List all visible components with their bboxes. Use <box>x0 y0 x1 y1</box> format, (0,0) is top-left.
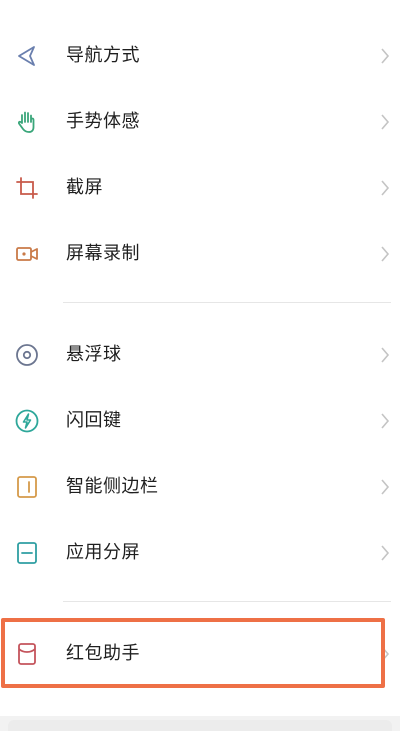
settings-item-label: 应用分屏 <box>66 542 140 563</box>
chevron-right-icon <box>380 543 390 563</box>
highlight-box <box>1 618 385 688</box>
split-screen-icon <box>14 540 40 566</box>
settings-item-screen-recording[interactable]: 屏幕录制 <box>0 220 400 286</box>
settings-item-floating-ball[interactable]: 悬浮球 <box>0 321 400 387</box>
settings-item-screenshot[interactable]: 截屏 <box>0 154 400 220</box>
settings-item-label: 截屏 <box>66 177 103 198</box>
bottom-card-edge <box>0 716 400 731</box>
settings-item-navigation-mode[interactable]: 导航方式 <box>0 22 400 88</box>
section-divider <box>63 302 391 303</box>
chevron-right-icon <box>380 244 390 264</box>
settings-item-label: 悬浮球 <box>66 344 122 365</box>
settings-item-label: 导航方式 <box>66 45 140 66</box>
floating-ball-icon <box>14 342 40 368</box>
hand-gesture-icon <box>14 109 40 135</box>
flashback-bolt-icon <box>14 408 40 434</box>
chevron-right-icon <box>380 112 390 132</box>
crop-icon <box>14 175 40 201</box>
settings-item-smart-sidebar[interactable]: 智能侧边栏 <box>0 453 400 519</box>
chevron-right-icon <box>380 477 390 497</box>
bottom-card <box>8 720 392 731</box>
chevron-right-icon <box>380 411 390 431</box>
settings-item-split-screen[interactable]: 应用分屏 <box>0 519 400 585</box>
section-divider <box>63 601 391 602</box>
settings-item-label: 手势体感 <box>66 111 140 132</box>
chevron-right-icon <box>380 178 390 198</box>
sidebar-icon <box>14 474 40 500</box>
settings-list: 导航方式 手势体感 截屏 屏幕录制 悬浮球 闪回键 智能侧边栏 应用分屏 红包助… <box>0 0 400 731</box>
settings-item-flashback-key[interactable]: 闪回键 <box>0 387 400 453</box>
video-record-icon <box>14 241 40 267</box>
settings-item-label: 闪回键 <box>66 410 122 431</box>
chevron-right-icon <box>380 345 390 365</box>
chevron-right-icon <box>380 46 390 66</box>
settings-item-gesture-motion[interactable]: 手势体感 <box>0 88 400 154</box>
settings-item-label: 屏幕录制 <box>66 243 140 264</box>
settings-item-label: 智能侧边栏 <box>66 476 159 497</box>
navigation-arrow-icon <box>14 43 40 69</box>
